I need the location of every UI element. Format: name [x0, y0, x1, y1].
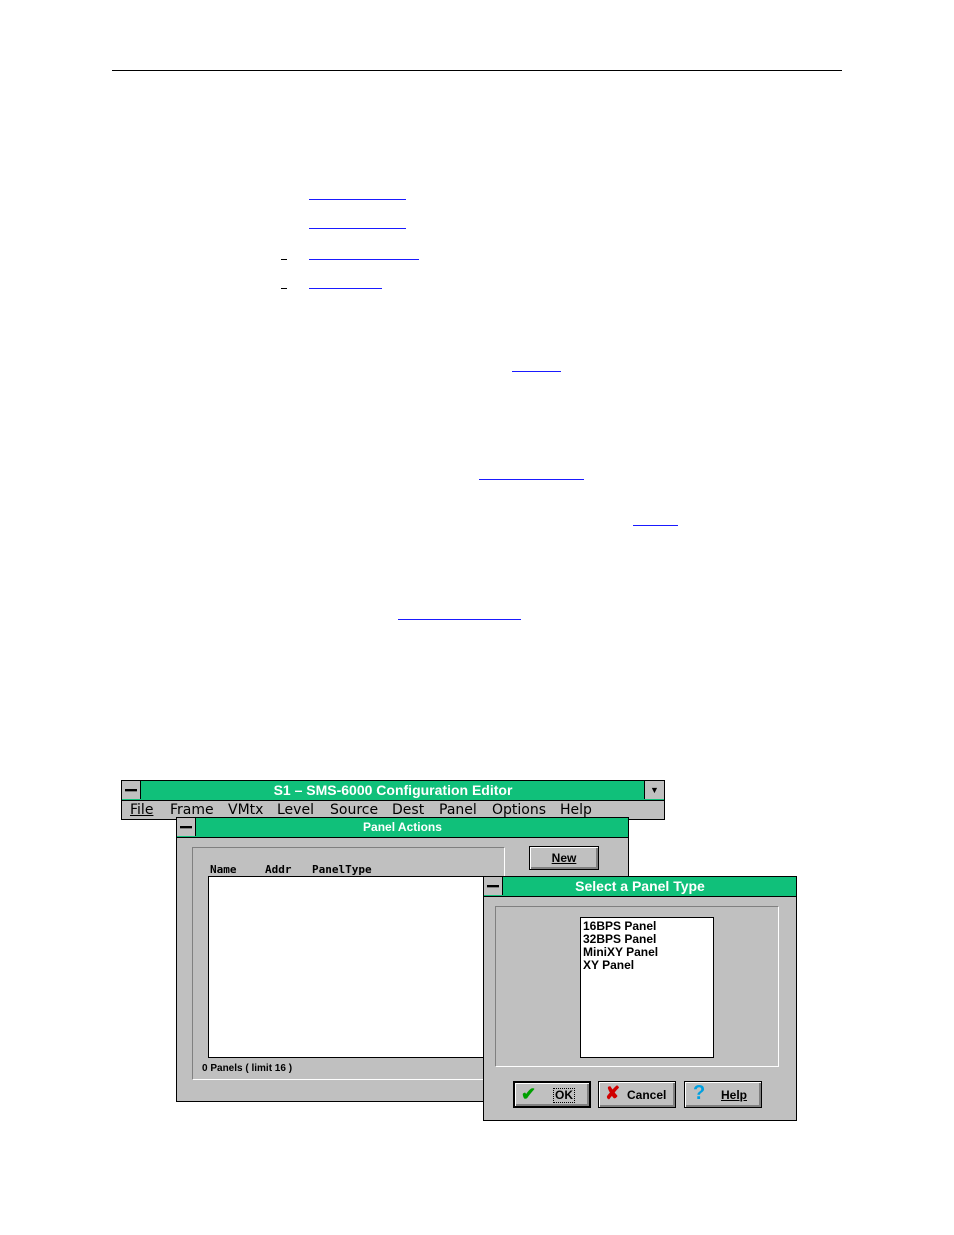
menu-file[interactable]: File: [130, 801, 153, 819]
panel-type-option[interactable]: XY Panel: [583, 959, 713, 972]
new-button-label: New: [551, 851, 577, 865]
dropdown-arrow-icon[interactable]: ▼: [644, 781, 664, 799]
panel-list[interactable]: [208, 876, 493, 1058]
main-window-title: S1 – SMS-6000 Configuration Editor: [273, 782, 513, 798]
col-addr: Addr: [265, 863, 292, 876]
help-button-label: Help: [721, 1088, 748, 1102]
checkmark-icon: ✔: [521, 1084, 537, 1104]
doc-link-1[interactable]: [309, 199, 406, 200]
header-rule: [112, 70, 842, 71]
cancel-button[interactable]: ✘ Cancel: [598, 1081, 676, 1108]
help-button[interactable]: ? Help: [684, 1081, 762, 1108]
doc-link-6[interactable]: [479, 479, 584, 480]
col-paneltype: PanelType: [312, 863, 372, 876]
panel-actions-title: Panel Actions: [363, 820, 442, 834]
doc-link-5[interactable]: [512, 371, 561, 372]
main-titlebar[interactable]: S1 – SMS-6000 Configuration Editor ▼: [122, 781, 664, 801]
main-editor-window: S1 – SMS-6000 Configuration Editor ▼ Fil…: [121, 780, 665, 820]
system-menu-icon[interactable]: [484, 877, 503, 895]
x-icon: ✘: [605, 1083, 621, 1103]
panel-actions-titlebar[interactable]: Panel Actions: [177, 818, 628, 838]
system-menu-icon[interactable]: [177, 818, 196, 836]
bullet-dash-1: [281, 259, 287, 260]
doc-link-2[interactable]: [309, 228, 406, 229]
question-mark-icon: ?: [693, 1082, 706, 1104]
select-panel-type-dialog: Select a Panel Type 16BPS Panel 32BPS Pa…: [483, 876, 797, 1121]
panel-count-status: 0 Panels ( limit 16 ): [202, 1063, 293, 1074]
col-name: Name: [210, 863, 237, 876]
doc-link-7[interactable]: [633, 525, 678, 526]
ok-button-label: OK: [553, 1088, 575, 1103]
doc-link-3[interactable]: [309, 259, 419, 260]
select-panel-titlebar[interactable]: Select a Panel Type: [484, 877, 796, 897]
doc-link-8[interactable]: [398, 619, 521, 620]
panel-type-list[interactable]: 16BPS Panel 32BPS Panel MiniXY Panel XY …: [580, 917, 714, 1058]
doc-link-4[interactable]: [309, 288, 382, 289]
bullet-dash-2: [281, 288, 287, 289]
system-menu-icon[interactable]: [122, 781, 141, 799]
cancel-button-label: Cancel: [627, 1088, 667, 1102]
new-button[interactable]: New: [529, 846, 599, 870]
select-panel-title: Select a Panel Type: [575, 878, 705, 894]
ok-button[interactable]: ✔ OK: [513, 1081, 591, 1108]
